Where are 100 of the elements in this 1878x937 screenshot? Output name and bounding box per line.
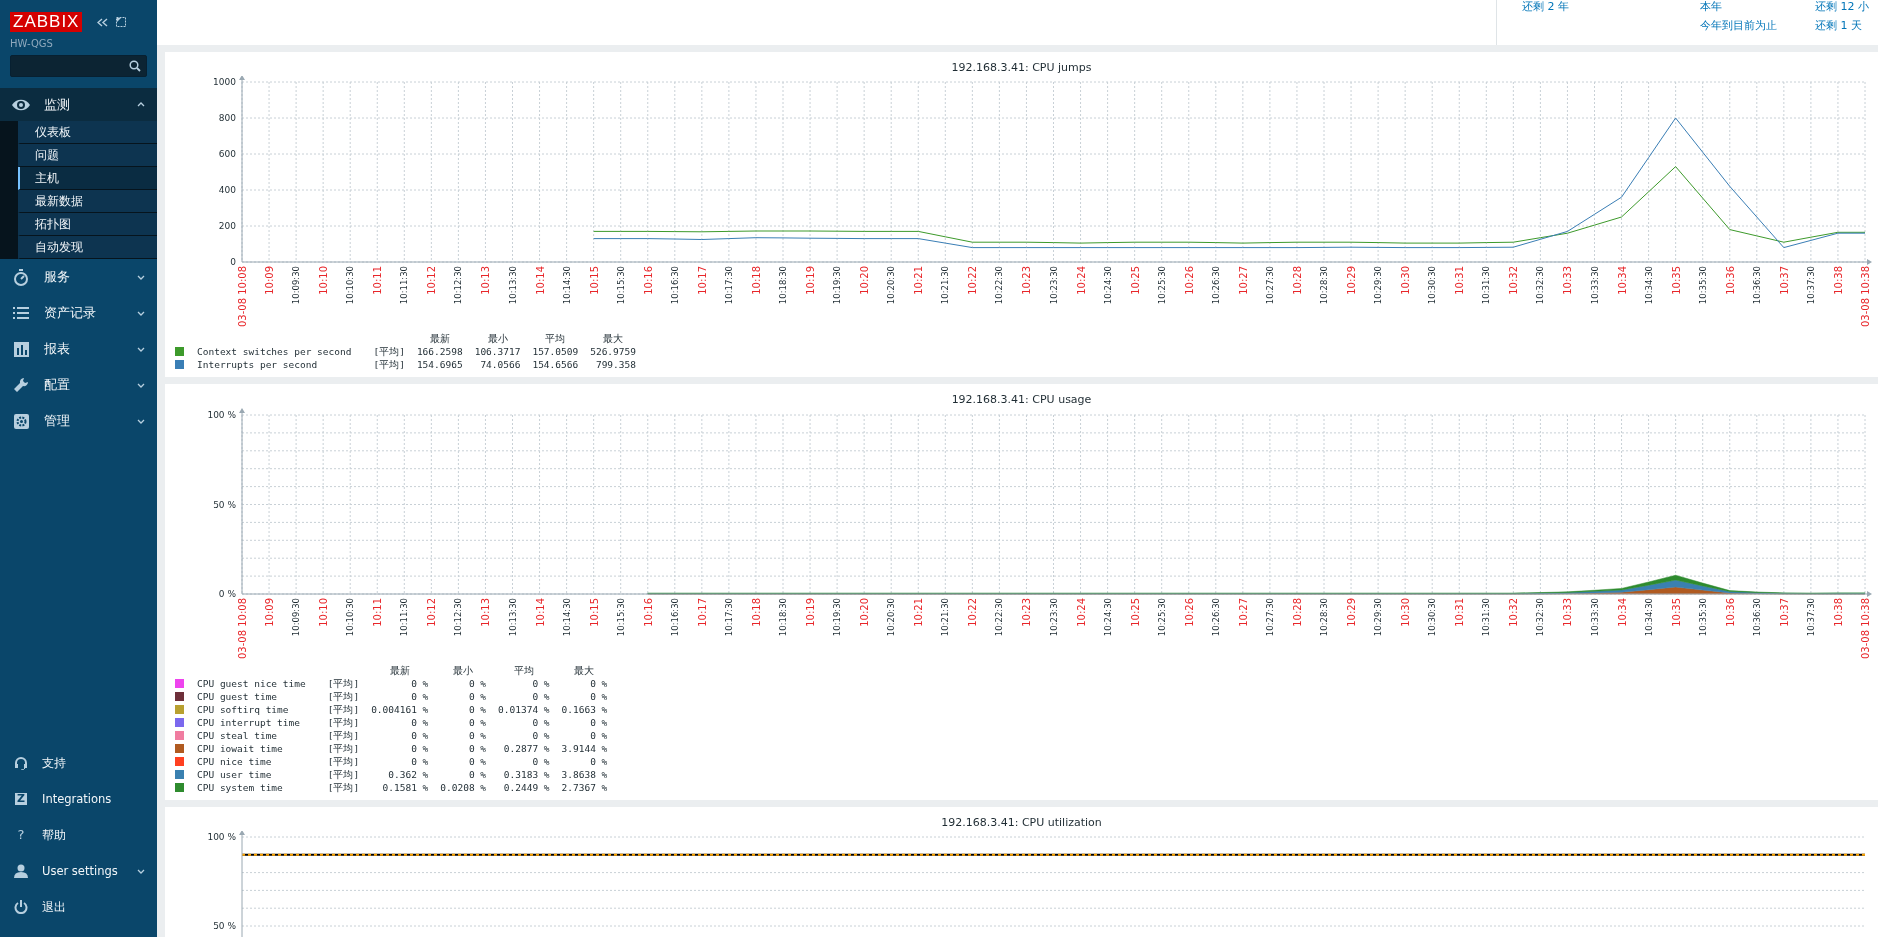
- help-icon: ?: [15, 829, 27, 841]
- y-tick-label: 50 %: [213, 499, 236, 510]
- legend-value: 0 %: [589, 729, 608, 742]
- legend-function: [平均]: [327, 742, 360, 755]
- x-tick-label: 10:15: [588, 598, 600, 627]
- x-tick-label: 10:23:30: [1048, 266, 1059, 305]
- x-tick-label: 10:12:30: [453, 598, 464, 637]
- x-tick-label: 10:26:30: [1210, 266, 1221, 305]
- x-tick-label: 10:27:30: [1264, 598, 1275, 637]
- legend-value: 0 %: [410, 755, 429, 768]
- x-tick-label: 10:09: [264, 598, 276, 627]
- x-tick-label: 10:17: [696, 266, 708, 295]
- x-tick-label: 10:28:30: [1319, 266, 1329, 305]
- legend-header: 最小: [486, 332, 509, 345]
- y-tick-label: 1000: [213, 77, 236, 87]
- x-tick-label: 10:17:30: [723, 266, 734, 305]
- legend-label: CPU guest nice time: [197, 677, 307, 690]
- legend-value: 157.0509: [532, 345, 579, 358]
- legend-value: 0 %: [467, 755, 487, 768]
- x-tick-label: 10:27: [1237, 598, 1249, 627]
- x-tick-label: 10:13:30: [507, 266, 518, 305]
- legend-value: 0 %: [467, 703, 487, 716]
- legend-function: [平均]: [373, 358, 405, 371]
- legend-value: 0 %: [589, 755, 608, 768]
- legend-value: 0 %: [410, 690, 429, 703]
- x-tick-label: 10:25:30: [1156, 598, 1167, 637]
- x-tick-label: 10:11:30: [399, 598, 410, 637]
- y-tick-label: 50 %: [213, 921, 236, 931]
- legend-value: 106.3717: [474, 345, 521, 358]
- legend-label: CPU user time: [197, 768, 273, 781]
- x-tick-label: 10:38: [1832, 266, 1844, 295]
- x-tick-label: 10:20:30: [886, 266, 897, 305]
- legend-function: [平均]: [327, 716, 360, 729]
- legend-header: 平均: [512, 664, 535, 677]
- x-tick-label: 10:36:30: [1751, 598, 1762, 637]
- x-tick-label: 10:09: [264, 266, 276, 295]
- x-tick-label: 10:38: [1832, 598, 1844, 627]
- legend-value: 0 %: [410, 677, 429, 690]
- x-tick-label: 10:33: [1562, 266, 1574, 295]
- x-tick-label: 10:33:30: [1589, 266, 1600, 305]
- x-tick-label: 10:19:30: [832, 598, 843, 637]
- x-tick-label: 10:12: [426, 598, 438, 627]
- legend-value: 166.2598: [416, 345, 463, 358]
- legend-function: [平均]: [327, 729, 360, 742]
- x-tick-label: 10:25: [1129, 266, 1141, 295]
- x-tick-label: 10:32:30: [1535, 266, 1546, 305]
- x-tick-label: 10:24:30: [1102, 598, 1113, 637]
- x-tick-label: 10:20:30: [886, 598, 897, 637]
- x-tick-label: 10:09:30: [291, 598, 302, 637]
- x-tick-label: 10:17:30: [723, 598, 734, 637]
- legend-label: CPU nice time: [197, 755, 273, 768]
- x-tick-label: 10:26:30: [1210, 598, 1221, 637]
- legend-value: 0 %: [531, 690, 550, 703]
- x-tick-label: 10:21: [913, 266, 925, 295]
- x-tick-label: 10:15:30: [615, 266, 626, 305]
- x-tick-label: 10:31: [1454, 598, 1466, 627]
- y-tick-label: 200: [218, 221, 236, 231]
- legend-value: 0.2877 %: [502, 742, 550, 755]
- legend-value: 3.8638 %: [561, 768, 608, 781]
- x-tick-label: 10:35:30: [1697, 598, 1708, 637]
- y-tick-label: 0: [230, 257, 236, 267]
- x-tick-label: 10:26: [1183, 598, 1195, 627]
- legend-value: 0.0208 %: [440, 781, 487, 794]
- x-tick-label: 10:11: [372, 266, 384, 295]
- legend-label: CPU steal time: [197, 729, 279, 742]
- legend-label: Interrupts per second: [197, 358, 319, 371]
- legend-value: 0 %: [531, 729, 550, 742]
- y-tick-label: 0 %: [218, 589, 236, 599]
- legend-value: 0 %: [531, 755, 550, 768]
- x-tick-label: 10:19: [805, 598, 817, 627]
- x-tick-label: 10:25:30: [1156, 266, 1167, 305]
- x-tick-label: 10:12:30: [453, 266, 464, 305]
- x-tick-label: 10:11:30: [399, 266, 410, 305]
- legend-function: [平均]: [327, 703, 360, 716]
- x-tick-label: 10:27:30: [1264, 266, 1275, 305]
- x-tick-label: 10:14: [534, 598, 546, 627]
- x-tick-label: 10:14:30: [561, 598, 572, 637]
- x-tick-label: 10:19: [805, 266, 817, 295]
- legend-value: 154.6566: [532, 358, 579, 371]
- x-tick-label: 10:22: [967, 266, 979, 295]
- x-tick-label: 10:11: [372, 598, 384, 627]
- legend-value: 0 %: [410, 716, 429, 729]
- x-tick-label: 10:10: [318, 598, 330, 627]
- x-tick-label: 10:13: [480, 266, 492, 295]
- x-tick-label: 10:13: [480, 598, 492, 627]
- legend-value: 0 %: [410, 729, 429, 742]
- legend-header: 平均: [544, 332, 567, 345]
- x-tick-label: 10:28: [1291, 598, 1303, 627]
- x-tick-label: 10:17: [696, 598, 708, 627]
- x-tick-label: 10:27: [1237, 266, 1249, 295]
- legend-value: 0.01374 %: [498, 703, 550, 716]
- x-tick-label: 10:16: [642, 266, 654, 295]
- legend-value: 0 %: [467, 677, 487, 690]
- x-tick-label: 10:10:30: [345, 598, 356, 637]
- x-tick-label: 10:18: [750, 266, 762, 295]
- x-tick-label: 10:18: [750, 598, 762, 627]
- y-tick-label: 100 %: [207, 410, 236, 420]
- y-tick-label: 600: [218, 149, 236, 159]
- legend-value: 0 %: [467, 716, 487, 729]
- chart-title: 192.168.3.41: CPU jumps: [950, 60, 1093, 76]
